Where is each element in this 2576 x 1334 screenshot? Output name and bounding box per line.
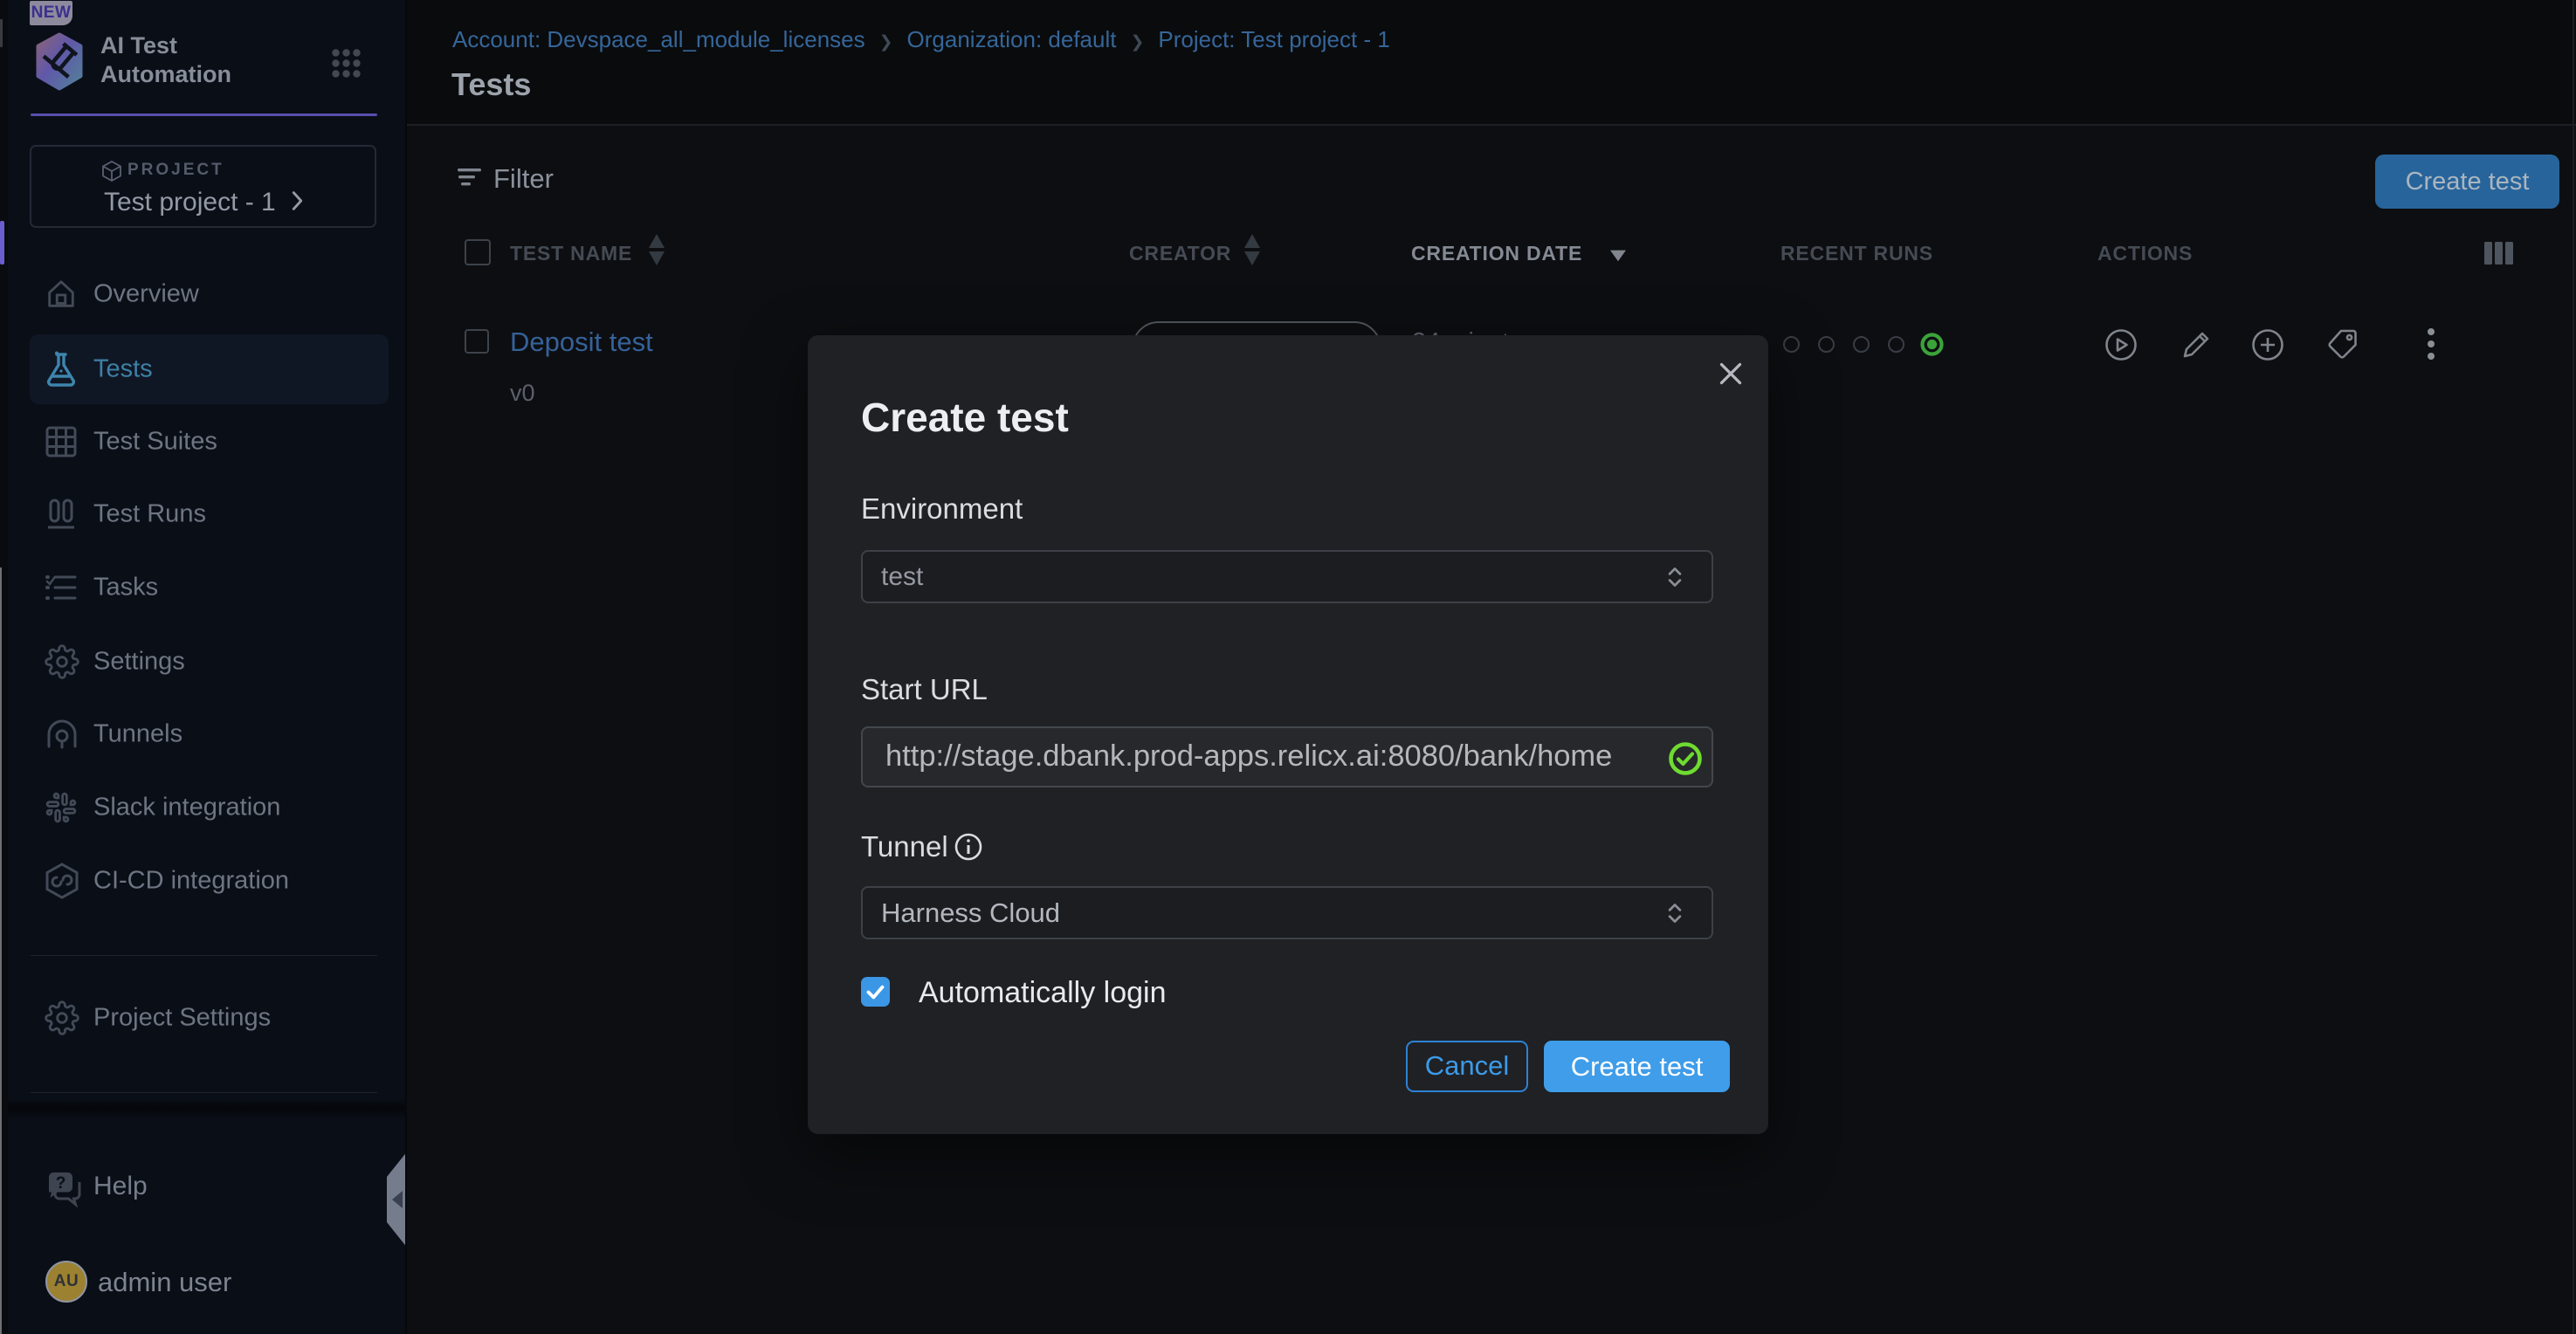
svg-text:?: ? <box>56 1174 66 1193</box>
